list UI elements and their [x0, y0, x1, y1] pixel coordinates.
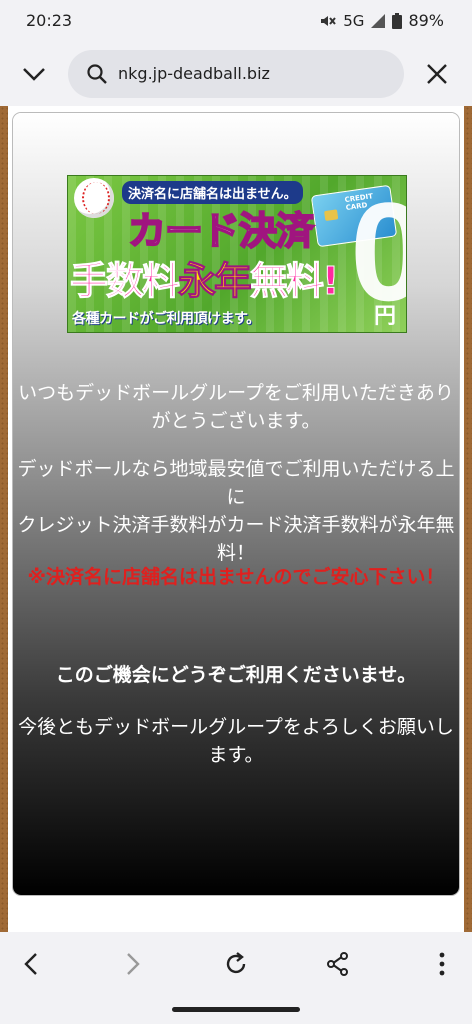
lowest-price-text: デッドボールなら地域最安値でご利用いただける上に: [17, 458, 455, 508]
thanks-text: いつもデッドボールグループをご利用いただきありがとうございます。: [18, 382, 454, 432]
card-payment-banner: 決済名に店舗名は出ません。 CREDIT CARD 0 円 カード決済 手数料永…: [67, 175, 407, 333]
mute-icon: [321, 15, 337, 26]
url-bar[interactable]: nkg.jp-deadball.biz: [68, 50, 404, 98]
closing-text: 今後ともデッドボールグループをよろしくお願いします。: [18, 716, 454, 766]
back-icon[interactable]: [18, 950, 46, 978]
banner-yen: 円: [374, 304, 397, 329]
chevron-down-icon[interactable]: [18, 58, 50, 90]
close-icon[interactable]: [422, 59, 452, 89]
browser-toolbar: nkg.jp-deadball.biz: [0, 42, 472, 106]
more-options-icon[interactable]: [428, 950, 456, 978]
battery-icon: [392, 12, 403, 29]
home-indicator[interactable]: [172, 1007, 300, 1012]
network-label: 5G: [343, 11, 365, 30]
browser-bottom-nav: [0, 932, 472, 996]
share-icon[interactable]: [324, 950, 352, 978]
search-icon: [87, 64, 107, 84]
banner-line2: 手数料永年無料!: [69, 250, 340, 305]
card-chip: [324, 209, 339, 222]
banner-bottom-text: 各種カードがご利用頂けます。: [72, 311, 260, 327]
reload-icon[interactable]: [222, 950, 250, 978]
status-time: 20:23: [26, 11, 73, 30]
status-bar: 20:23 5G 89%: [0, 0, 472, 42]
forward-icon[interactable]: [118, 950, 146, 978]
banner-title: カード決済: [127, 208, 315, 254]
notice-text: ※決済名に店舗名は出ませんのでご安心下さい！: [27, 566, 445, 588]
baseball-icon: [74, 178, 114, 218]
banner-fee: 手数料: [69, 259, 180, 304]
fee-free-text: クレジット決済手数料がカード決済手数料が永年無料！: [17, 514, 455, 564]
invitation-text: このご機会にどうぞご利用くださいませ。: [55, 664, 417, 686]
battery-level: 89%: [408, 11, 444, 30]
url-text: nkg.jp-deadball.biz: [118, 64, 270, 83]
status-icons: 5G 89%: [319, 11, 444, 30]
signal-icon: [371, 13, 386, 28]
banner-free: 無料!: [250, 259, 340, 304]
banner-forever: 永年: [178, 259, 253, 304]
